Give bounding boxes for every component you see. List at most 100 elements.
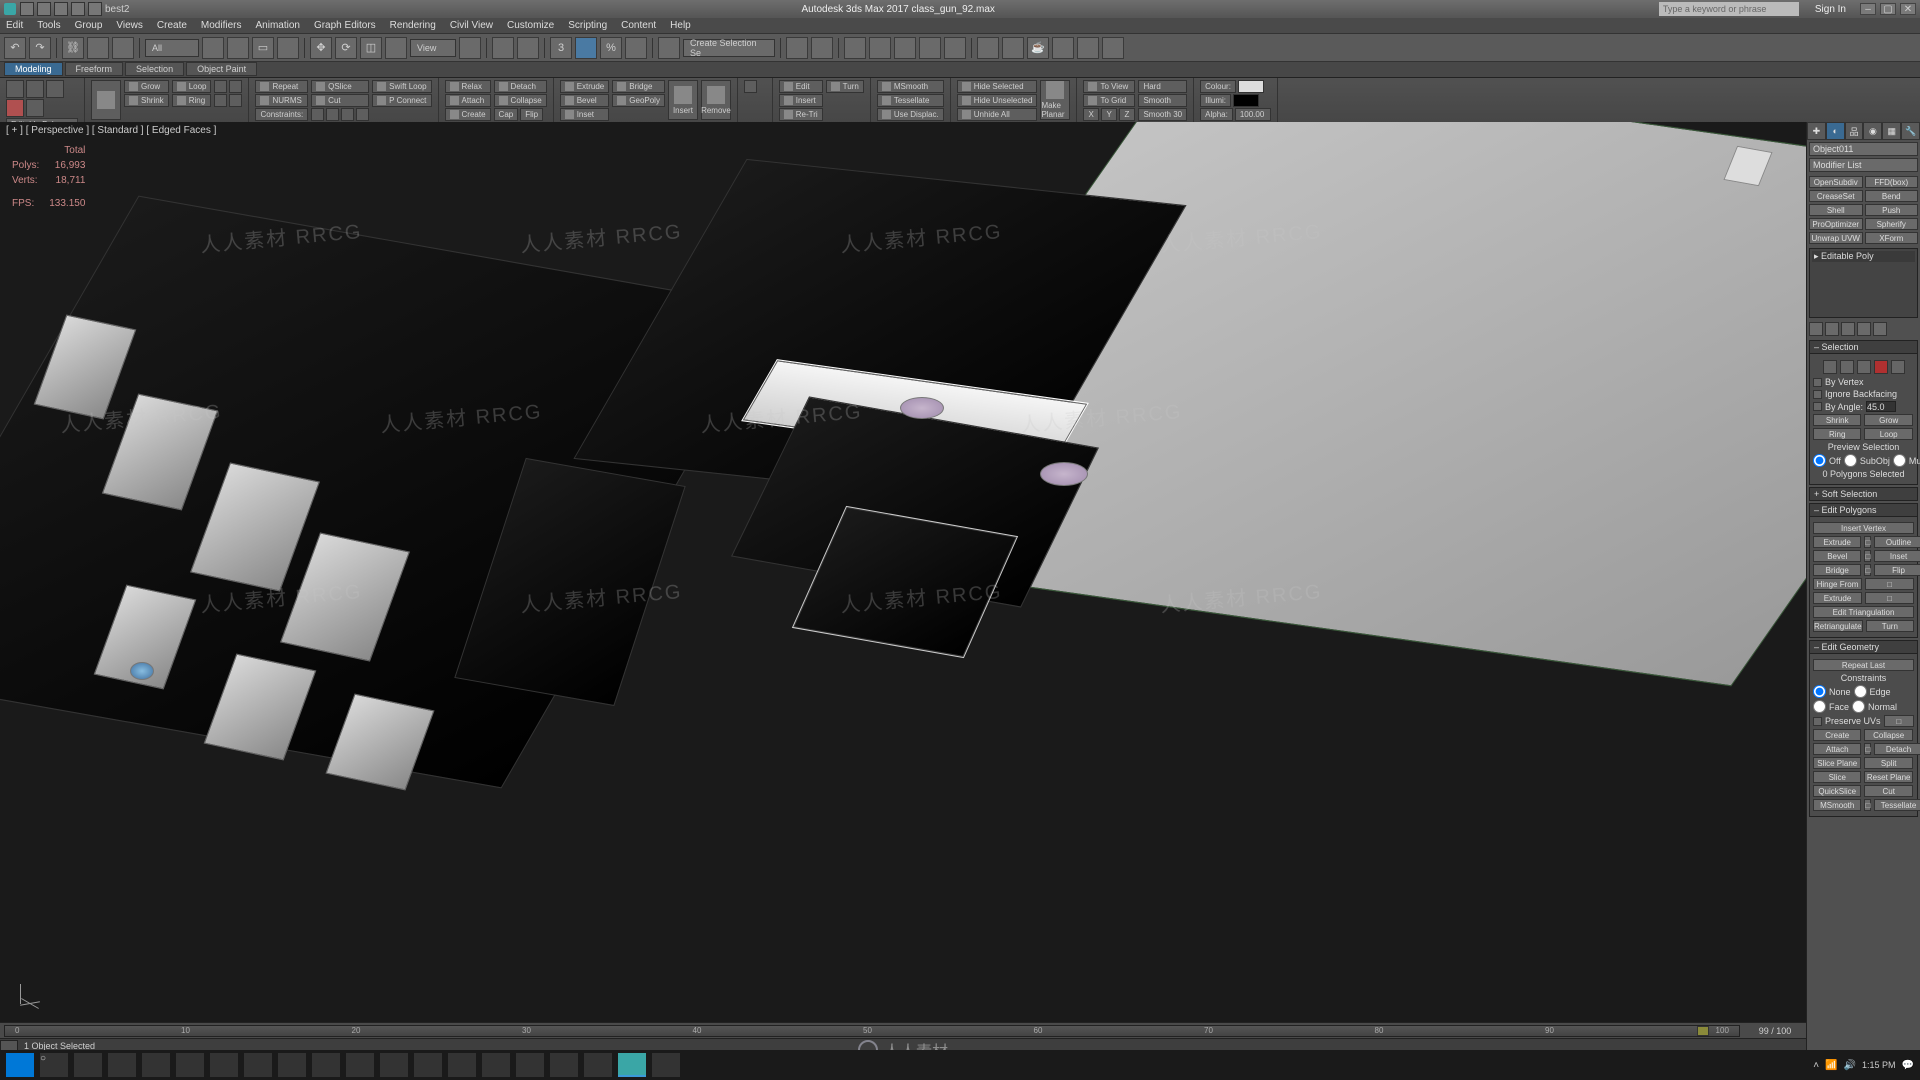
taskbar-app14-icon[interactable] — [584, 1053, 612, 1077]
align-y-button[interactable]: Y — [1101, 108, 1117, 121]
retri-button[interactable]: Re-Tri — [779, 108, 823, 121]
usedisplace-button[interactable]: Use Displac. — [877, 108, 944, 121]
sel-border-icon[interactable] — [1857, 360, 1871, 374]
make-planar-button[interactable]: Make Planar — [1040, 80, 1070, 120]
viewport-label[interactable]: [ + ] [ Perspective ] [ Standard ] [ Edg… — [6, 125, 216, 136]
attach-button[interactable]: Attach — [445, 94, 491, 107]
swiftloop-button[interactable]: Swift Loop — [372, 80, 431, 93]
shrink-button[interactable]: Shrink — [124, 94, 169, 107]
mod-spherify[interactable]: Spherify — [1865, 218, 1919, 230]
hinge-button[interactable]: Hinge From Edge — [1813, 578, 1862, 590]
pin-stack-icon[interactable] — [1809, 322, 1823, 336]
collapse-geom-button[interactable]: Collapse — [1864, 729, 1912, 741]
slice-button[interactable]: Slice — [1813, 771, 1861, 783]
mod-shell[interactable]: Shell — [1809, 204, 1863, 216]
menu-civilview[interactable]: Civil View — [450, 20, 493, 31]
hide-selected-button[interactable]: Hide Selected — [957, 80, 1038, 93]
extrude-poly-button[interactable]: Extrude — [1813, 536, 1861, 548]
taskbar-app2-icon[interactable] — [176, 1053, 204, 1077]
bevel-button[interactable]: Bevel — [560, 94, 610, 107]
menu-grapheditors[interactable]: Graph Editors — [314, 20, 376, 31]
taskbar-app4-icon[interactable] — [244, 1053, 272, 1077]
use-pivot-icon[interactable] — [459, 37, 481, 59]
remove-mod-icon[interactable] — [1857, 322, 1871, 336]
reset-plane-button[interactable]: Reset Plane — [1864, 771, 1912, 783]
attach-geom-button[interactable]: Attach — [1813, 743, 1861, 755]
tessellate-button[interactable]: Tessellate — [877, 94, 944, 107]
menu-scripting[interactable]: Scripting — [568, 20, 607, 31]
by-angle-input[interactable]: 45.0 — [1866, 401, 1896, 412]
sel-vertex-icon[interactable] — [1823, 360, 1837, 374]
select-region-icon[interactable]: ▭ — [252, 37, 274, 59]
toggle-ribbon-icon[interactable] — [869, 37, 891, 59]
make-unique-icon[interactable] — [1841, 322, 1855, 336]
schematic-view-icon[interactable] — [919, 37, 941, 59]
constraint-none-icon[interactable] — [311, 108, 324, 121]
ring-button[interactable]: Ring — [172, 94, 212, 107]
utilities-tab-icon[interactable]: 🔧 — [1901, 122, 1920, 140]
mod-push[interactable]: Push — [1865, 204, 1919, 216]
grow-sel-button[interactable]: Grow — [1864, 414, 1912, 426]
taskbar-chrome-icon[interactable] — [652, 1053, 680, 1077]
undo-icon[interactable]: ↶ — [4, 37, 26, 59]
grow-button[interactable]: Grow — [124, 80, 169, 93]
constraint-face-radio[interactable] — [1813, 700, 1826, 713]
taskbar-app7-icon[interactable] — [346, 1053, 374, 1077]
constraint-edge-icon[interactable] — [326, 108, 339, 121]
tray-notifications-icon[interactable]: 💬 — [1902, 1060, 1914, 1071]
rollout-selection-header[interactable]: – Selection — [1809, 340, 1918, 354]
by-angle-checkbox[interactable] — [1813, 402, 1822, 411]
extrude-spline-settings-icon[interactable]: □ — [1865, 592, 1914, 604]
keyboard-shortcut-icon[interactable] — [517, 37, 539, 59]
sel-polygon-icon[interactable] — [1874, 360, 1888, 374]
menu-views[interactable]: Views — [116, 20, 143, 31]
tray-network-icon[interactable]: 📶 — [1825, 1060, 1837, 1071]
named-selection-dropdown[interactable]: Create Selection Se — [683, 39, 775, 57]
ribbon-tab-modeling[interactable]: Modeling — [4, 62, 63, 76]
collapse-button[interactable]: Collapse — [494, 94, 547, 107]
msmooth-geom-button[interactable]: MSmooth — [1813, 799, 1861, 811]
subobj-border-icon[interactable] — [46, 80, 64, 98]
create-tab-icon[interactable]: ✚ — [1807, 122, 1826, 140]
select-manipulate-icon[interactable] — [492, 37, 514, 59]
unlink-icon[interactable] — [87, 37, 109, 59]
taskbar-app13-icon[interactable] — [550, 1053, 578, 1077]
select-place-icon[interactable] — [385, 37, 407, 59]
taskbar-app10-icon[interactable] — [448, 1053, 476, 1077]
quickslice-button[interactable]: QuickSlice — [1813, 785, 1861, 797]
msmooth-button[interactable]: MSmooth — [877, 80, 944, 93]
tray-volume-icon[interactable]: 🔊 — [1844, 1060, 1856, 1071]
mod-bend[interactable]: Bend — [1865, 190, 1919, 202]
menu-group[interactable]: Group — [75, 20, 103, 31]
menu-modifiers[interactable]: Modifiers — [201, 20, 242, 31]
bind-spacewarp-icon[interactable] — [112, 37, 134, 59]
cut-button[interactable]: Cut — [311, 94, 369, 107]
extrude-spline-button[interactable]: Extrude Along Spline — [1813, 592, 1862, 604]
layer-explorer-icon[interactable] — [844, 37, 866, 59]
bridge-poly-button[interactable]: Bridge — [1813, 564, 1861, 576]
inset-button[interactable]: Inset — [560, 108, 610, 121]
mod-creaseset[interactable]: CreaseSet — [1809, 190, 1863, 202]
pconnect-button[interactable]: P Connect — [372, 94, 431, 107]
taskview-icon[interactable] — [74, 1053, 102, 1077]
taskbar-3dsmax-icon[interactable] — [618, 1053, 646, 1077]
tri-insert-button[interactable]: Insert — [779, 94, 823, 107]
select-move-icon[interactable]: ✥ — [310, 37, 332, 59]
modsel-extra2-icon[interactable] — [229, 80, 242, 93]
relax-button[interactable]: Relax — [445, 80, 491, 93]
unhide-all-button[interactable]: Unhide All — [957, 108, 1038, 121]
align-z-button[interactable]: Z — [1119, 108, 1135, 121]
time-slider-handle[interactable] — [1697, 1026, 1709, 1036]
slice-plane-button[interactable]: Slice Plane — [1813, 757, 1861, 769]
msmooth-settings-icon[interactable]: □ — [1864, 799, 1871, 811]
taskbar-explorer-icon[interactable] — [108, 1053, 136, 1077]
illumi-swatch[interactable] — [1233, 94, 1259, 107]
bridge-settings-icon[interactable]: □ — [1864, 564, 1871, 576]
constraint-none-radio[interactable] — [1813, 685, 1826, 698]
show-end-result-icon[interactable] — [1825, 322, 1839, 336]
detach-geom-button[interactable]: Detach — [1874, 743, 1920, 755]
subobj-element-icon[interactable] — [26, 99, 44, 117]
modsel-extra3-icon[interactable] — [214, 94, 227, 107]
subobj-edge-icon[interactable] — [26, 80, 44, 98]
qat-new-icon[interactable] — [20, 2, 34, 16]
